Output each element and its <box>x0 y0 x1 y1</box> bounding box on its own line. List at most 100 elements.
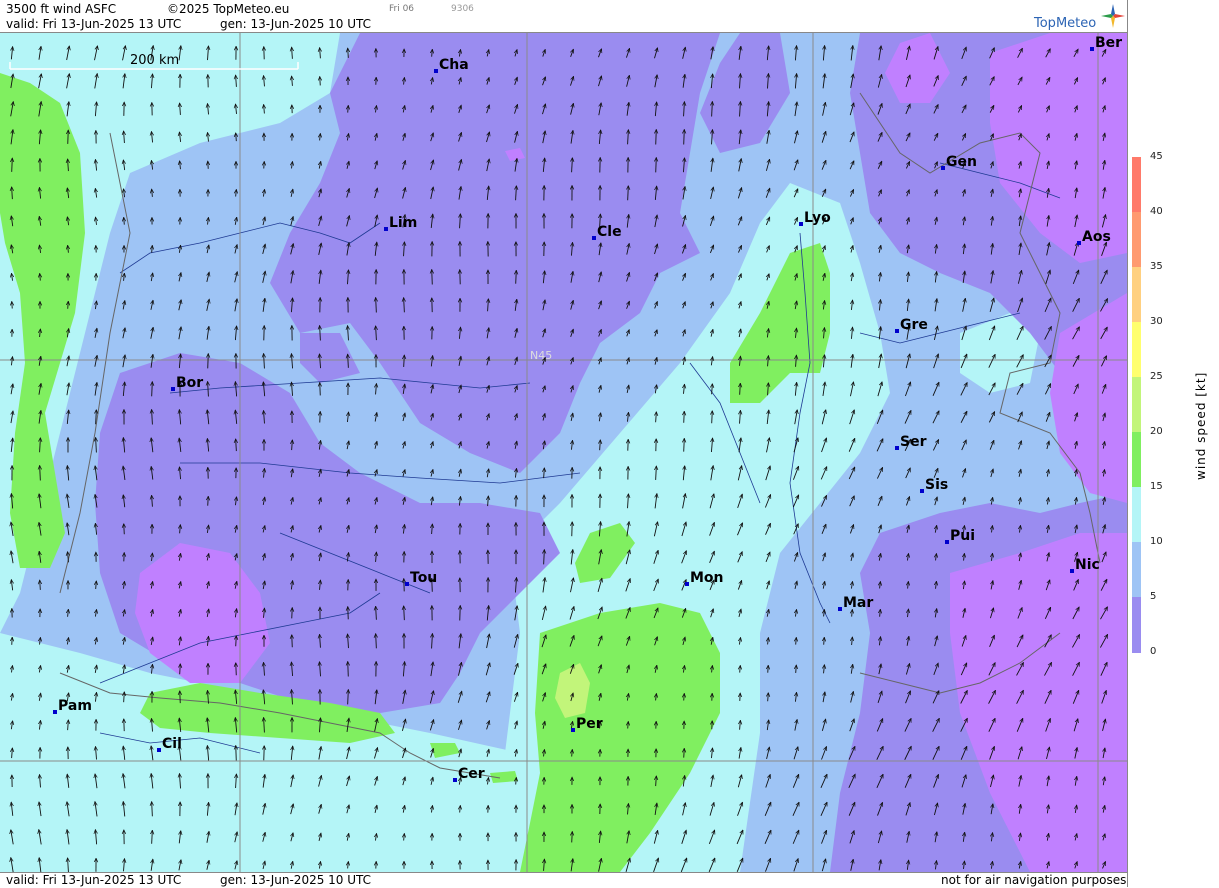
legend-tick: 40 <box>1150 206 1163 217</box>
scale-label: 200 km <box>130 53 179 68</box>
wind-arrow <box>12 158 13 172</box>
wind-arrow <box>236 746 237 761</box>
wind-arrow <box>348 48 349 58</box>
wind-arrow <box>40 580 41 590</box>
wind-arrow <box>236 133 237 141</box>
valid-time: valid: Fri 13-Jun-2025 13 UTC <box>6 17 181 31</box>
legend-tick: 35 <box>1150 261 1163 272</box>
wind-arrow <box>740 665 741 672</box>
wind-arrow <box>348 105 349 112</box>
chart-title: 3500 ft wind ASFC <box>6 2 116 16</box>
wind-arrow <box>208 496 209 505</box>
wind-arrow <box>684 693 685 700</box>
wind-arrow <box>68 301 69 309</box>
legend-tick: 15 <box>1150 481 1163 492</box>
city-dot <box>685 582 689 586</box>
wind-arrow <box>572 750 573 757</box>
legend-tick: 20 <box>1150 426 1163 437</box>
compass-logo-icon <box>1100 3 1126 29</box>
wind-arrow <box>684 411 685 422</box>
city-label: Lim <box>389 215 417 231</box>
wind-arrow <box>348 690 349 705</box>
city-dot <box>895 329 899 333</box>
city-label: Pui <box>950 528 975 544</box>
city-dot <box>405 582 409 586</box>
city-label: Cer <box>458 766 485 782</box>
wind-arrow <box>684 130 685 145</box>
legend-tick: 25 <box>1150 371 1163 382</box>
wind-map: N45 200 km ChaBerGenLimCleLyoAosGreBorSe… <box>0 33 1127 872</box>
wind-arrow <box>236 636 237 647</box>
small-code: 9306 <box>451 4 474 14</box>
wind-arrow <box>516 270 517 283</box>
city-label: Cil <box>162 736 182 752</box>
city-label: Per <box>576 716 603 732</box>
city-dot <box>384 227 388 231</box>
wind-arrow <box>712 411 713 423</box>
legend-color-segment <box>1132 322 1141 378</box>
city-dot <box>838 607 842 611</box>
city-label: Lyo <box>804 210 831 226</box>
wind-arrow <box>824 637 825 644</box>
city-label: Cha <box>439 57 469 73</box>
legend-title: wind speed [kt] <box>1194 372 1208 480</box>
city-label: Ber <box>1095 35 1122 51</box>
wind-arrow <box>516 778 517 785</box>
wind-arrow <box>684 748 685 757</box>
footer-bar: valid: Fri 13-Jun-2025 13 UTC gen: 13-Ju… <box>0 872 1127 888</box>
city-dot <box>1090 47 1094 51</box>
city-label: Gre <box>900 317 928 333</box>
city-label: Gen <box>946 154 977 170</box>
wind-arrow <box>208 354 209 369</box>
city-dot <box>1077 241 1081 245</box>
wind-arrow <box>768 693 769 702</box>
wind-arrow <box>796 637 797 644</box>
wind-arrow <box>628 186 629 200</box>
copyright: ©2025 TopMeteo.eu <box>167 2 289 16</box>
city-label: Bor <box>176 375 203 391</box>
disclaimer: not for air navigation purposes <box>941 873 1126 887</box>
wind-arrow <box>656 130 657 145</box>
wind-arrow <box>628 721 629 728</box>
wind-arrow <box>236 663 237 675</box>
legend-tick: 5 <box>1150 591 1156 602</box>
wind-arrow <box>152 245 153 252</box>
city-label: Nic <box>1075 557 1100 573</box>
gen-time: gen: 13-Jun-2025 10 UTC <box>220 17 371 31</box>
city-dot <box>895 446 899 450</box>
city-label: Tou <box>410 570 437 586</box>
city-dot <box>434 69 438 73</box>
city-dot <box>571 728 575 732</box>
legend-color-segment <box>1132 542 1141 598</box>
wind-arrow <box>348 662 349 677</box>
city-label: Ser <box>900 434 927 450</box>
wind-arrow <box>320 383 321 396</box>
wind-arrow <box>684 438 685 451</box>
city-dot <box>157 748 161 752</box>
city-dot <box>799 222 803 226</box>
legend-color-segment <box>1132 487 1141 543</box>
wind-arrow <box>124 217 125 224</box>
city-label: Cle <box>597 224 622 240</box>
footer-gen: gen: 13-Jun-2025 10 UTC <box>220 873 371 887</box>
legend-color-segment <box>1132 212 1141 268</box>
legend-colorbar <box>1132 157 1141 652</box>
logo-text: TopMeteo <box>1034 16 1096 31</box>
city-dot <box>171 387 175 391</box>
legend-color-segment <box>1132 597 1141 653</box>
wind-arrow <box>96 581 97 589</box>
small-tag: Fri 06 <box>389 4 414 14</box>
legend-color-segment <box>1132 157 1141 213</box>
city-label: Mar <box>843 595 873 611</box>
wind-arrow <box>572 832 573 843</box>
wind-arrow <box>796 665 797 673</box>
lat-label: N45 <box>530 349 552 362</box>
legend-tick: 30 <box>1150 316 1163 327</box>
city-dot <box>453 778 457 782</box>
wind-arrow <box>124 524 125 534</box>
legend-color-segment <box>1132 377 1141 433</box>
legend-color-segment <box>1132 432 1141 488</box>
city-dot <box>592 236 596 240</box>
wind-arrow <box>320 77 321 86</box>
city-dot <box>945 540 949 544</box>
